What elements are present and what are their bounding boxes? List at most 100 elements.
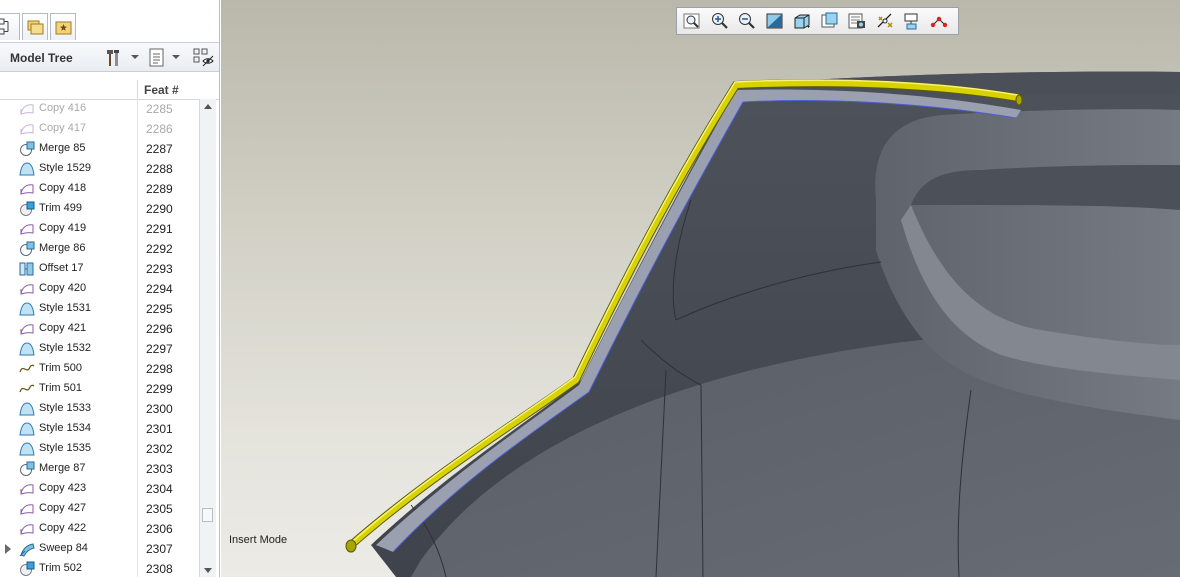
sweep-icon <box>19 541 35 557</box>
repaint-button[interactable] <box>764 11 786 31</box>
feature-number: 2304 <box>146 482 173 496</box>
tree-row-style-1533[interactable]: Style 1533 2300 <box>0 399 199 419</box>
feature-name: Copy 427 <box>39 502 87 514</box>
tree-filters-icon[interactable] <box>193 48 215 70</box>
feature-number: 2299 <box>146 382 173 396</box>
feature-number: 2293 <box>146 262 173 276</box>
feature-name: Copy 419 <box>39 222 87 234</box>
annotation-display-button[interactable] <box>901 11 923 31</box>
trim-icon <box>19 201 35 217</box>
expand-arrow-icon[interactable] <box>5 544 11 554</box>
model-tree-tab-icon <box>0 18 9 35</box>
show-list-icon[interactable] <box>148 48 166 68</box>
tree-row-style-1535[interactable]: Style 1535 2302 <box>0 439 199 459</box>
offset-icon <box>19 261 35 277</box>
style-surface-icon <box>19 341 35 357</box>
tree-row-merge-85[interactable]: Merge 85 2287 <box>0 139 199 159</box>
feature-name: Offset 17 <box>39 262 84 274</box>
tree-row-copy-419[interactable]: Copy 419 2291 <box>0 219 199 239</box>
copy-surface-icon <box>19 521 35 537</box>
tree-row-merge-86[interactable]: Merge 86 2292 <box>0 239 199 259</box>
zoom-out-button[interactable] <box>736 11 758 31</box>
model-tree-panel: Model Tree Feat # Copy 416 2285 Copy 417 22… <box>0 0 220 577</box>
feature-name: Style 1531 <box>39 302 91 314</box>
tree-row-copy-420[interactable]: Copy 420 2294 <box>0 279 199 299</box>
style-surface-icon <box>19 301 35 317</box>
settings-tools-icon[interactable] <box>105 48 123 68</box>
tree-row-style-1531[interactable]: Style 1531 2295 <box>0 299 199 319</box>
feature-name: Copy 421 <box>39 322 87 334</box>
scroll-down-arrow[interactable] <box>204 568 212 573</box>
scroll-up-arrow[interactable] <box>204 104 212 109</box>
feature-number: 2308 <box>146 562 173 576</box>
feature-name: Trim 502 <box>39 562 82 574</box>
feature-name: Copy 418 <box>39 182 87 194</box>
tab-model-tree[interactable] <box>0 13 20 40</box>
tree-row-copy-417[interactable]: Copy 417 2286 <box>0 119 199 139</box>
feat-number-column-header[interactable]: Feat # <box>144 83 179 97</box>
tab-folder-browser[interactable] <box>22 13 48 40</box>
feature-name: Copy 416 <box>39 102 87 114</box>
feature-name: Trim 501 <box>39 382 82 394</box>
feature-number: 2294 <box>146 282 173 296</box>
settings-dropdown-arrow[interactable] <box>131 55 139 59</box>
scroll-thumb[interactable] <box>202 508 213 522</box>
feature-name: Style 1532 <box>39 342 91 354</box>
feature-number: 2285 <box>146 102 173 116</box>
feature-name: Trim 500 <box>39 362 82 374</box>
tree-row-copy-416[interactable]: Copy 416 2285 <box>0 99 199 119</box>
feature-name: Copy 417 <box>39 122 87 134</box>
feature-name: Style 1533 <box>39 402 91 414</box>
display-style-button[interactable] <box>791 11 813 31</box>
zoom-in-button[interactable] <box>709 11 731 31</box>
curve-trim-icon <box>19 361 35 377</box>
feature-number: 2288 <box>146 162 173 176</box>
tree-row-copy-427[interactable]: Copy 427 2305 <box>0 499 199 519</box>
tree-row-copy-418[interactable]: Copy 418 2289 <box>0 179 199 199</box>
tree-row-trim-500[interactable]: Trim 500 2298 <box>0 359 199 379</box>
tree-scrollbar[interactable] <box>199 99 216 577</box>
style-surface-icon <box>19 161 35 177</box>
feature-name: Style 1529 <box>39 162 91 174</box>
tree-row-trim-502[interactable]: Trim 502 2308 <box>0 559 199 577</box>
feature-name: Sweep 84 <box>39 542 88 554</box>
merge-icon <box>19 461 35 477</box>
view-manager-button[interactable] <box>846 11 868 31</box>
tree-row-copy-423[interactable]: Copy 423 2304 <box>0 479 199 499</box>
spin-center-button[interactable] <box>929 11 951 31</box>
feature-number: 2301 <box>146 422 173 436</box>
feature-number: 2296 <box>146 322 173 336</box>
tree-row-copy-421[interactable]: Copy 421 2296 <box>0 319 199 339</box>
refit-button[interactable] <box>681 11 703 31</box>
column-separator[interactable] <box>137 80 138 99</box>
tree-row-merge-87[interactable]: Merge 87 2303 <box>0 459 199 479</box>
tree-row-sweep-84[interactable]: Sweep 84 2307 <box>0 539 199 559</box>
copy-surface-icon <box>19 281 35 297</box>
saved-views-button[interactable] <box>819 11 841 31</box>
datum-display-button[interactable] <box>874 11 896 31</box>
graphics-viewport[interactable]: Insert Mode <box>221 0 1180 577</box>
feature-name: Copy 422 <box>39 522 87 534</box>
status-mode-label: Insert Mode <box>229 534 288 546</box>
tree-row-trim-499[interactable]: Trim 499 2290 <box>0 199 199 219</box>
model-tree-toolbar: Model Tree <box>0 42 219 72</box>
feature-number: 2306 <box>146 522 173 536</box>
show-dropdown-arrow[interactable] <box>172 55 180 59</box>
tree-row-style-1532[interactable]: Style 1532 2297 <box>0 339 199 359</box>
tree-row-style-1529[interactable]: Style 1529 2288 <box>0 159 199 179</box>
feature-number: 2286 <box>146 122 173 136</box>
tree-row-copy-422[interactable]: Copy 422 2306 <box>0 519 199 539</box>
feature-name: Merge 87 <box>39 462 86 474</box>
copy-surface-icon <box>19 321 35 337</box>
model-tree-title: Model Tree <box>10 51 73 65</box>
style-surface-icon <box>19 441 35 457</box>
copy-surface-icon <box>19 101 35 117</box>
tree-row-offset-17[interactable]: Offset 17 2293 <box>0 259 199 279</box>
tree-row-trim-501[interactable]: Trim 501 2299 <box>0 379 199 399</box>
feature-number: 2292 <box>146 242 173 256</box>
tree-row-style-1534[interactable]: Style 1534 2301 <box>0 419 199 439</box>
copy-surface-icon <box>19 221 35 237</box>
copy-surface-icon <box>19 181 35 197</box>
tab-favorites[interactable] <box>50 13 76 40</box>
feature-name: Trim 499 <box>39 202 82 214</box>
